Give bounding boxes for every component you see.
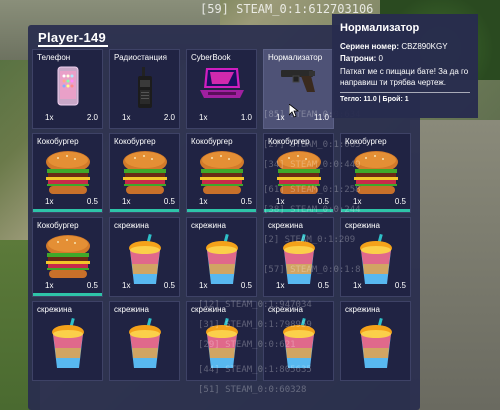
slot-count: 1x [199, 113, 208, 122]
burger-icon [43, 150, 93, 201]
inventory-slot[interactable]: скрежина 1x 0.5 [109, 217, 180, 297]
slot-count: 1x [45, 113, 54, 122]
inventory-slot[interactable]: скрежина [109, 301, 180, 381]
inventory-title: Player-149 [38, 30, 107, 45]
burger-icon [120, 150, 170, 201]
steam-id-line: [38] STEAM_0:0:244 [263, 205, 361, 215]
slot-weight: 0.5 [394, 197, 406, 206]
slot-count: 1x [276, 281, 285, 290]
slush-icon [127, 233, 163, 291]
steam-id-line: [51] STEAM_0:0:60328 [198, 385, 307, 395]
tooltip-ammo-value: 0 [378, 54, 383, 63]
inventory-slot[interactable]: Кокобургер 1x 0.5 [109, 133, 180, 213]
slot-durability-bar [33, 209, 102, 212]
inventory-slot[interactable]: скрежина [340, 301, 411, 381]
laptop-icon [198, 66, 246, 107]
slot-count: 1x [45, 197, 54, 206]
steam-id-line: [57] STEAM_0:0:1:8 [263, 265, 361, 275]
slot-count: 1x [122, 281, 131, 290]
slot-weight: 0.5 [163, 197, 175, 206]
slot-label: скрежина [114, 305, 149, 314]
inventory-slot[interactable]: Телефон 1x 2.0 [32, 49, 103, 129]
tooltip-separator [340, 92, 470, 93]
slot-weight: 0.5 [317, 281, 329, 290]
slot-weight: 0.5 [86, 197, 98, 206]
slot-label: скрежина [345, 221, 380, 230]
slush-icon [358, 317, 394, 375]
slot-label: скрежина [114, 221, 149, 230]
mouse-cursor-icon [289, 104, 299, 118]
background-road [410, 120, 500, 410]
inventory-slot[interactable]: Радиостанция 1x 2.0 [109, 49, 180, 129]
slot-durability-bar [110, 209, 179, 212]
slot-label: скрежина [345, 305, 380, 314]
tooltip-serial-value: CBZ890KGY [401, 42, 448, 51]
slot-weight: 0.5 [86, 281, 98, 290]
inventory-slot[interactable]: скрежина [32, 301, 103, 381]
tooltip-ammo-label: Патрони: [340, 54, 377, 63]
slot-weight: 0.5 [240, 197, 252, 206]
radio-icon [135, 66, 155, 115]
slush-icon [127, 317, 163, 375]
item-tooltip: Нормализатор Сериен номер: CBZ890KGY Пат… [332, 14, 478, 118]
slush-icon [50, 317, 86, 375]
slot-weight: 0.5 [394, 281, 406, 290]
slot-label: Кокобургер [114, 137, 156, 146]
slot-count: 1x [45, 281, 54, 290]
inventory-slot[interactable]: скрежина 1x 0.5 [186, 217, 257, 297]
phone-icon [57, 66, 79, 111]
slot-weight: 1.0 [240, 113, 252, 122]
slot-count: 1x [199, 281, 208, 290]
slush-icon [358, 233, 394, 291]
tooltip-description: Паткат ме с пищаци бате! За да го направ… [340, 67, 469, 87]
slot-count: 1x [122, 197, 131, 206]
inventory-slot[interactable]: скрежина 1x 0.5 [340, 217, 411, 297]
slot-durability-bar [33, 293, 102, 296]
tooltip-serial: Сериен номер: CBZ890KGY [340, 42, 470, 51]
slot-label: Кокобургер [37, 137, 79, 146]
slush-icon [204, 233, 240, 291]
slot-label: Кокобургер [37, 221, 79, 230]
slot-label: скрежина [37, 305, 72, 314]
steam-id-line: [44] STEAM_0:1:805635 [198, 365, 312, 375]
tooltip-ammo: Патрони: 0 [340, 54, 470, 63]
tooltip-title: Нормализатор [340, 22, 420, 34]
burger-icon [197, 150, 247, 201]
slot-label: Кокобургер [191, 137, 233, 146]
slot-weight: 0.5 [240, 281, 252, 290]
slot-label: Телефон [37, 53, 71, 62]
inventory-slot[interactable]: Кокобургер 1x 0.5 [186, 133, 257, 213]
steam-id-line: [12] STEAM_0:1:947034 [198, 300, 312, 310]
slot-count: 1x [122, 113, 131, 122]
steam-id-line: [34] STEAM_0:0:449 [263, 160, 361, 170]
tooltip-footer: Тегло: 11.0 | Брой: 1 [340, 96, 409, 103]
steam-id-line: [31] STEAM_0:1:798959 [198, 320, 312, 330]
inventory-slot[interactable]: Кокобургер 1x 0.5 [32, 133, 103, 213]
steam-id-line: [61] STEAM_0:1:258 [263, 185, 361, 195]
slot-weight: 2.0 [163, 113, 175, 122]
steam-id-line: [27] STEAM_0:1:063 [263, 140, 361, 150]
inventory-slot[interactable]: Кокобургер 1x 0.5 [32, 217, 103, 297]
slot-count: 1x [353, 281, 362, 290]
inventory-slot[interactable]: CyberBook 1x 1.0 [186, 49, 257, 129]
slot-durability-bar [187, 209, 256, 212]
slot-label: скрежина [268, 221, 303, 230]
burger-icon [43, 234, 93, 285]
inventory-slot[interactable]: скрежина 1x 0.5 [263, 217, 334, 297]
slot-weight: 0.5 [163, 281, 175, 290]
inventory-title-underline [38, 45, 108, 47]
slot-label: CyberBook [191, 53, 231, 62]
pistol-icon [279, 66, 319, 99]
slot-count: 1x [199, 197, 208, 206]
player-id-text: [59] STEAM_0:1:612703 [200, 2, 352, 16]
steam-id-line: [29] STEAM_0:0:621 [198, 340, 296, 350]
slot-label: Радиостанция [114, 53, 167, 62]
slot-label: Нормализатор [268, 53, 323, 62]
slot-label: скрежина [191, 221, 226, 230]
slot-weight: 2.0 [86, 113, 98, 122]
tooltip-serial-label: Сериен номер: [340, 42, 400, 51]
steam-id-line: [2] STEAM_0:1:209 [263, 235, 356, 245]
